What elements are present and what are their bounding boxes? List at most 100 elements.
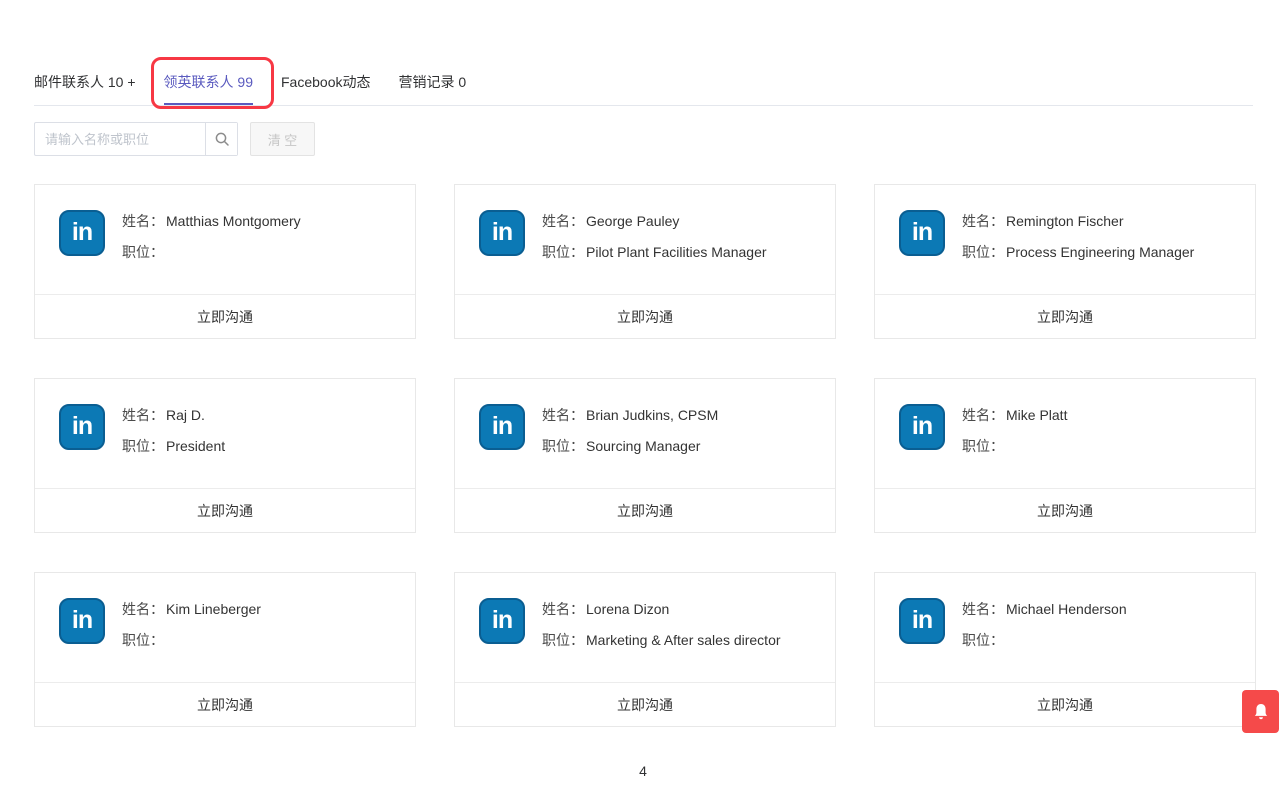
tab-email-contacts[interactable]: 邮件联系人 10 + bbox=[34, 61, 136, 105]
title-label: 职位： bbox=[122, 437, 164, 456]
contact-info: in 姓名： George Pauley 职位： Pilot Plant Fac… bbox=[455, 185, 835, 294]
search-input-group bbox=[34, 122, 238, 156]
tab-linkedin-contacts[interactable]: 领英联系人 99 bbox=[164, 61, 253, 105]
chat-now-button[interactable]: 立即沟通 bbox=[455, 294, 835, 338]
contact-title: Process Engineering Manager bbox=[1006, 243, 1194, 262]
title-label: 职位： bbox=[122, 631, 164, 650]
contact-name-row: 姓名： Matthias Montgomery bbox=[122, 212, 301, 231]
clear-button[interactable]: 清 空 bbox=[250, 122, 315, 156]
contact-title: President bbox=[166, 437, 225, 456]
chat-now-button[interactable]: 立即沟通 bbox=[35, 682, 415, 726]
search-input[interactable] bbox=[35, 123, 205, 155]
pagination-page-4[interactable]: 4 bbox=[3, 757, 1280, 783]
name-label: 姓名： bbox=[122, 406, 164, 425]
search-icon bbox=[214, 131, 230, 147]
tab-facebook-feed[interactable]: Facebook动态 bbox=[281, 61, 370, 105]
contact-name-row: 姓名： Lorena Dizon bbox=[542, 600, 781, 619]
contact-info: in 姓名： Mike Platt 职位： bbox=[875, 379, 1255, 488]
name-label: 姓名： bbox=[542, 406, 584, 425]
contact-fields: 姓名： Kim Lineberger 职位： bbox=[122, 598, 261, 682]
contact-title: Sourcing Manager bbox=[586, 437, 700, 456]
linkedin-icon: in bbox=[899, 404, 945, 450]
contact-info: in 姓名： Matthias Montgomery 职位： bbox=[35, 185, 415, 294]
contact-fields: 姓名： Raj D. 职位： President bbox=[122, 404, 225, 488]
name-label: 姓名： bbox=[122, 600, 164, 619]
chat-now-button[interactable]: 立即沟通 bbox=[35, 294, 415, 338]
contact-fields: 姓名： Mike Platt 职位： bbox=[962, 404, 1067, 488]
contact-title: Pilot Plant Facilities Manager bbox=[586, 243, 767, 262]
contact-name-row: 姓名： Michael Henderson bbox=[962, 600, 1127, 619]
notification-bell-button[interactable] bbox=[1242, 690, 1279, 733]
tab-linkedin-contacts-label: 领英联系人 99 bbox=[164, 69, 253, 95]
contact-name-row: 姓名： Mike Platt bbox=[962, 406, 1067, 425]
contact-info: in 姓名： Raj D. 职位： President bbox=[35, 379, 415, 488]
bell-icon bbox=[1253, 703, 1269, 721]
contact-name-row: 姓名： George Pauley bbox=[542, 212, 767, 231]
contact-fields: 姓名： Lorena Dizon 职位： Marketing & After s… bbox=[542, 598, 781, 682]
contact-title-row: 职位： Sourcing Manager bbox=[542, 437, 718, 456]
contact-name: George Pauley bbox=[586, 212, 679, 231]
contact-fields: 姓名： George Pauley 职位： Pilot Plant Facili… bbox=[542, 210, 767, 294]
contact-name: Lorena Dizon bbox=[586, 600, 669, 619]
contact-card: in 姓名： Lorena Dizon 职位： Marketing & Afte… bbox=[454, 572, 836, 727]
name-label: 姓名： bbox=[962, 406, 1004, 425]
contacts-grid: in 姓名： Matthias Montgomery 职位： 立即沟通 in bbox=[34, 184, 1256, 727]
contact-fields: 姓名： Michael Henderson 职位： bbox=[962, 598, 1127, 682]
contact-name-row: 姓名： Brian Judkins, CPSM bbox=[542, 406, 718, 425]
name-label: 姓名： bbox=[542, 212, 584, 231]
linkedin-icon: in bbox=[899, 598, 945, 644]
chat-now-button[interactable]: 立即沟通 bbox=[875, 682, 1255, 726]
linkedin-contacts-page: 邮件联系人 10 + 领英联系人 99 Facebook动态 营销记录 0 bbox=[3, 0, 1280, 26]
contact-title-row: 职位： Pilot Plant Facilities Manager bbox=[542, 243, 767, 262]
title-label: 职位： bbox=[122, 243, 164, 262]
contact-name-row: 姓名： Raj D. bbox=[122, 406, 225, 425]
contact-card: in 姓名： Kim Lineberger 职位： 立即沟通 bbox=[34, 572, 416, 727]
contact-info: in 姓名： Lorena Dizon 职位： Marketing & Afte… bbox=[455, 573, 835, 682]
contact-title-row: 职位： bbox=[962, 631, 1127, 650]
chat-now-button[interactable]: 立即沟通 bbox=[875, 488, 1255, 532]
contact-name: Michael Henderson bbox=[1006, 600, 1127, 619]
linkedin-icon: in bbox=[479, 598, 525, 644]
pagination: < 12345···12 > bbox=[4, 757, 1280, 783]
linkedin-icon: in bbox=[479, 404, 525, 450]
linkedin-icon: in bbox=[59, 598, 105, 644]
contact-name: Kim Lineberger bbox=[166, 600, 261, 619]
contact-name-row: 姓名： Kim Lineberger bbox=[122, 600, 261, 619]
contact-name: Remington Fischer bbox=[1006, 212, 1124, 231]
contact-info: in 姓名： Remington Fischer 职位： Process Eng… bbox=[875, 185, 1255, 294]
contact-name-row: 姓名： Remington Fischer bbox=[962, 212, 1194, 231]
contact-card: in 姓名： Michael Henderson 职位： 立即沟通 bbox=[874, 572, 1256, 727]
search-button[interactable] bbox=[205, 123, 237, 155]
contact-fields: 姓名： Remington Fischer 职位： Process Engine… bbox=[962, 210, 1194, 294]
contact-fields: 姓名： Brian Judkins, CPSM 职位： Sourcing Man… bbox=[542, 404, 718, 488]
contact-name: Mike Platt bbox=[1006, 406, 1067, 425]
contact-info: in 姓名： Kim Lineberger 职位： bbox=[35, 573, 415, 682]
name-label: 姓名： bbox=[962, 600, 1004, 619]
contact-card: in 姓名： Raj D. 职位： President 立即沟通 bbox=[34, 378, 416, 533]
title-label: 职位： bbox=[962, 243, 1004, 262]
contact-name: Brian Judkins, CPSM bbox=[586, 406, 718, 425]
chat-now-button[interactable]: 立即沟通 bbox=[455, 682, 835, 726]
chat-now-button[interactable]: 立即沟通 bbox=[875, 294, 1255, 338]
chat-now-button[interactable]: 立即沟通 bbox=[455, 488, 835, 532]
name-label: 姓名： bbox=[962, 212, 1004, 231]
contact-card: in 姓名： Mike Platt 职位： 立即沟通 bbox=[874, 378, 1256, 533]
contact-title-row: 职位： bbox=[122, 243, 301, 262]
contact-card: in 姓名： George Pauley 职位： Pilot Plant Fac… bbox=[454, 184, 836, 339]
contact-card: in 姓名： Brian Judkins, CPSM 职位： Sourcing … bbox=[454, 378, 836, 533]
contact-fields: 姓名： Matthias Montgomery 职位： bbox=[122, 210, 301, 294]
contact-title: Marketing & After sales director bbox=[586, 631, 781, 650]
title-label: 职位： bbox=[542, 631, 584, 650]
contact-name: Matthias Montgomery bbox=[166, 212, 301, 231]
tab-marketing-records[interactable]: 营销记录 0 bbox=[398, 61, 466, 105]
chat-now-button[interactable]: 立即沟通 bbox=[35, 488, 415, 532]
search-bar: 清 空 bbox=[34, 122, 315, 156]
contact-title-row: 职位： Process Engineering Manager bbox=[962, 243, 1194, 262]
name-label: 姓名： bbox=[542, 600, 584, 619]
contact-title-row: 职位： Marketing & After sales director bbox=[542, 631, 781, 650]
contact-card: in 姓名： Matthias Montgomery 职位： 立即沟通 bbox=[34, 184, 416, 339]
contact-name: Raj D. bbox=[166, 406, 205, 425]
title-label: 职位： bbox=[542, 243, 584, 262]
contact-info: in 姓名： Michael Henderson 职位： bbox=[875, 573, 1255, 682]
title-label: 职位： bbox=[542, 437, 584, 456]
